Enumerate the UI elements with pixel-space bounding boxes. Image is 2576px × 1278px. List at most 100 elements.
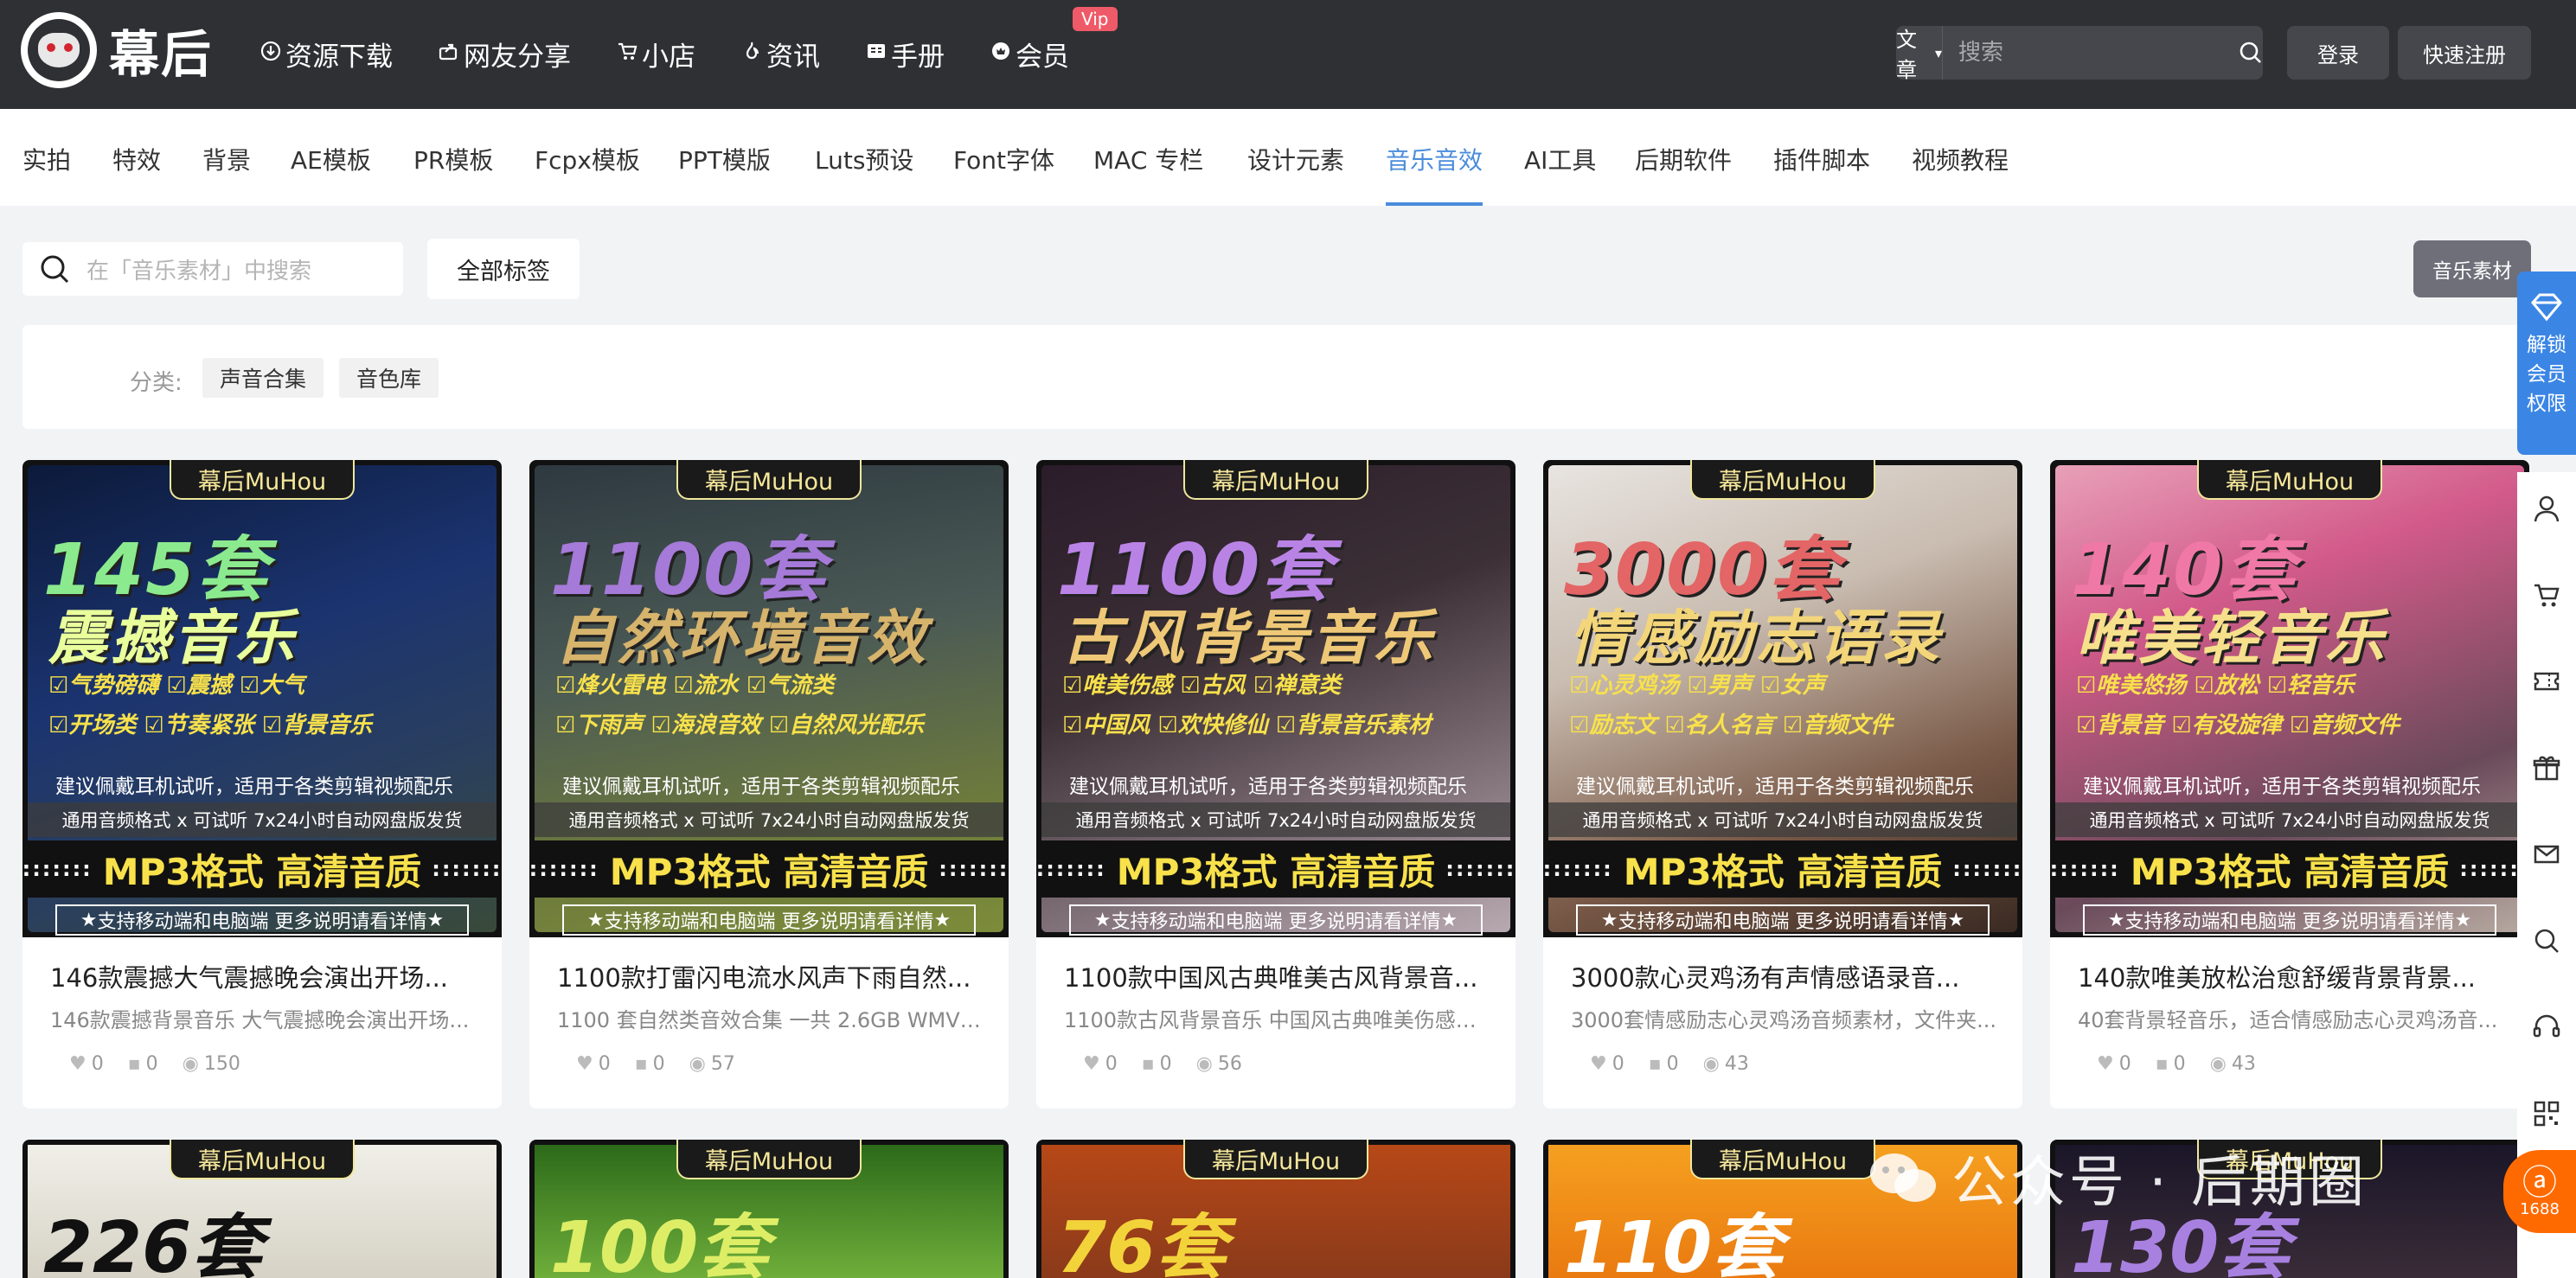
top-header: 幕后 资源下载 网友分享 小店 资讯 手册 会员 Vip 文章 ▾ 搜索 登录 … bbox=[0, 0, 2576, 109]
category-tab[interactable]: 背景 bbox=[202, 142, 251, 176]
star-icon: ★ bbox=[2454, 909, 2472, 931]
card-description: 146款震撼背景音乐 大气震撼晚会演出开场... bbox=[50, 1008, 470, 1032]
thumbnail-support: ★ 支持移动端和电脑端 更多说明请看详情 ★ bbox=[1069, 904, 1483, 936]
thumbnail-features: ☑开场类 ☑节奏紧张 ☑背景音乐 bbox=[48, 712, 373, 738]
classify-option[interactable]: 声音合集 bbox=[202, 358, 324, 398]
comment-stat: ▪ 0 bbox=[128, 1053, 158, 1075]
site-logo[interactable]: 幕后 bbox=[21, 12, 213, 88]
card-thumbnail[interactable]: 幕后MuHou 140套 唯美轻音乐 ☑唯美悠扬 ☑放松 ☑轻音乐 ☑背景音 ☑有没旋律… bbox=[2050, 460, 2529, 937]
classify-label: 分类: bbox=[130, 370, 183, 396]
category-tab[interactable]: Luts预设 bbox=[815, 142, 913, 176]
mail-icon[interactable] bbox=[2531, 839, 2562, 870]
card-title[interactable]: 1100款中国风古典唯美古风背景音... bbox=[1064, 958, 1493, 994]
ticket-icon[interactable] bbox=[2531, 666, 2562, 697]
search-button[interactable] bbox=[2239, 26, 2263, 80]
card-thumbnail[interactable]: 幕后MuHou 145套 震撼音乐 ☑气势磅礴 ☑震撼 ☑大气 ☑开场类 ☑节奏紧张 ☑… bbox=[22, 460, 502, 937]
thumbnail-heading: 自然环境音效 bbox=[555, 604, 930, 673]
star-icon: ★ bbox=[80, 909, 98, 931]
category-tab-active[interactable]: 音乐音效 bbox=[1386, 142, 1483, 176]
resource-card[interactable]: 幕后MuHou 76套 bbox=[1036, 1140, 1515, 1278]
category-tab[interactable]: 后期软件 bbox=[1635, 142, 1732, 176]
qrcode-icon[interactable] bbox=[2531, 1098, 2562, 1129]
category-search[interactable]: 在「音乐素材」中搜索 bbox=[22, 242, 403, 296]
category-tab[interactable]: 设计元素 bbox=[1247, 142, 1344, 176]
star-icon: ★ bbox=[586, 909, 605, 931]
view-stat: ◉ 56 bbox=[1196, 1053, 1242, 1075]
nav-item-shop[interactable]: 小店 bbox=[616, 31, 695, 76]
search-type-select[interactable]: 文章 ▾ bbox=[1896, 26, 1943, 82]
thumbnail-brand: 幕后MuHou bbox=[170, 460, 355, 500]
all-tags-button[interactable]: 全部标签 bbox=[427, 239, 580, 299]
category-tab[interactable]: Fcpx模板 bbox=[535, 142, 640, 176]
search-icon bbox=[41, 255, 69, 284]
eye-icon: ◉ bbox=[1195, 1053, 1213, 1075]
thumbnail-format: 通用音频格式 x 可试听 7x24小时自动网盘版发货 bbox=[1548, 802, 2017, 837]
search-input[interactable] bbox=[1943, 26, 2239, 80]
nav-item-manual[interactable]: 手册 bbox=[865, 31, 945, 76]
nav-label: 资源下载 bbox=[285, 41, 393, 73]
stat-value: 0 bbox=[2173, 1053, 2186, 1075]
card-thumbnail[interactable]: 幕后MuHou 3000套 情感励志语录 ☑心灵鸡汤 ☑男声 ☑女声 ☑励志文 ☑名人名… bbox=[1543, 460, 2022, 937]
headset-icon[interactable] bbox=[2531, 1012, 2562, 1043]
nav-item-share[interactable]: 网友分享 bbox=[438, 31, 571, 76]
category-tab[interactable]: 插件脚本 bbox=[1773, 142, 1870, 176]
thumbnail-support: ★ 支持移动端和电脑端 更多说明请看详情 ★ bbox=[562, 904, 976, 936]
card-description: 3000套情感励志心灵鸡汤音频素材，文件夹... bbox=[1571, 1008, 1996, 1032]
card-title[interactable]: 146款震撼大气震撼晚会演出开场... bbox=[50, 958, 479, 994]
login-button[interactable]: 登录 bbox=[2287, 26, 2389, 80]
unlock-member-button[interactable]: 解锁 会员 权限 bbox=[2517, 272, 2576, 455]
search-icon[interactable] bbox=[2531, 925, 2562, 956]
category-tab[interactable]: AE模板 bbox=[291, 142, 371, 176]
nav-item-news[interactable]: 资讯 bbox=[740, 31, 820, 76]
user-icon[interactable] bbox=[2531, 493, 2562, 524]
like-stat: ♥ 0 bbox=[1083, 1053, 1118, 1075]
category-tab[interactable]: AI工具 bbox=[1524, 142, 1596, 176]
register-button[interactable]: 快速注册 bbox=[2398, 26, 2531, 80]
card-thumbnail[interactable]: 幕后MuHou 1100套 自然环境音效 ☑烽火雷电 ☑流水 ☑气流类 ☑下雨声 ☑海浪… bbox=[529, 460, 1009, 937]
star-icon: ★ bbox=[426, 909, 445, 931]
thumbnail-features: ☑下雨声 ☑海浪音效 ☑自然风光配乐 bbox=[555, 712, 925, 738]
resource-card[interactable]: 幕后MuHou 1100套 古风背景音乐 ☑唯美伤感 ☑古风 ☑禅意类 ☑中国风 ☑欢快… bbox=[1036, 460, 1515, 1109]
badge-1688[interactable]: ⓐ 1688 bbox=[2503, 1150, 2576, 1233]
card-title[interactable]: 1100款打雷闪电流水风声下雨自然... bbox=[557, 958, 986, 994]
stat-value: 43 bbox=[2231, 1053, 2256, 1075]
category-tab[interactable]: Font字体 bbox=[953, 142, 1054, 176]
card-thumbnail[interactable]: 幕后MuHou 1100套 古风背景音乐 ☑唯美伤感 ☑古风 ☑禅意类 ☑中国风 ☑欢快… bbox=[1036, 460, 1515, 937]
resource-card[interactable]: 幕后MuHou 3000套 情感励志语录 ☑心灵鸡汤 ☑男声 ☑女声 ☑励志文 ☑名人名… bbox=[1543, 460, 2022, 1109]
thumbnail-brand: 幕后MuHou bbox=[2197, 460, 2382, 500]
card-stats: ♥ 0 ▪ 0 ◉ 43 bbox=[1590, 1053, 1749, 1075]
thumbnail-mp3-banner: ::::::::MP3格式 高清音质:::::::: bbox=[1036, 840, 1515, 898]
card-title[interactable]: 3000款心灵鸡汤有声情感语录音... bbox=[1571, 958, 2000, 994]
category-tab[interactable]: 特效 bbox=[112, 142, 161, 176]
thumbnail-heading: 古风背景音乐 bbox=[1062, 604, 1437, 673]
resource-card[interactable]: 幕后MuHou 140套 唯美轻音乐 ☑唯美悠扬 ☑放松 ☑轻音乐 ☑背景音 ☑有没旋律… bbox=[2050, 460, 2529, 1109]
current-tag-badge[interactable]: 音乐素材 bbox=[2413, 240, 2531, 297]
card-title[interactable]: 140款唯美放松治愈舒缓背景背景... bbox=[2078, 958, 2507, 994]
view-stat: ◉ 150 bbox=[183, 1053, 240, 1075]
heart-icon: ♥ bbox=[69, 1053, 87, 1075]
category-tab[interactable]: 视频教程 bbox=[1912, 142, 2009, 176]
cart-icon[interactable] bbox=[2531, 579, 2562, 610]
nav-label: 手册 bbox=[891, 41, 945, 73]
gift-icon[interactable] bbox=[2531, 752, 2562, 783]
category-tab[interactable]: MAC 专栏 bbox=[1093, 142, 1203, 176]
eye-icon: ◉ bbox=[182, 1053, 199, 1075]
decor-dots: :::::::: bbox=[939, 857, 1009, 881]
comment-stat: ▪ 0 bbox=[635, 1053, 665, 1075]
resource-card[interactable]: 幕后MuHou 100套 bbox=[529, 1140, 1009, 1278]
resource-card[interactable]: 幕后MuHou 145套 震撼音乐 ☑气势磅礴 ☑震撼 ☑大气 ☑开场类 ☑节奏紧张 ☑… bbox=[22, 460, 502, 1109]
resource-card[interactable]: 幕后MuHou 1100套 自然环境音效 ☑烽火雷电 ☑流水 ☑气流类 ☑下雨声 ☑海浪… bbox=[529, 460, 1009, 1109]
decor-dots: :::::::: bbox=[1036, 857, 1106, 881]
category-tab[interactable]: PPT模版 bbox=[678, 142, 771, 176]
classify-option[interactable]: 音色库 bbox=[339, 358, 439, 398]
category-tab[interactable]: PR模板 bbox=[413, 142, 493, 176]
thumbnail-format: 通用音频格式 x 可试听 7x24小时自动网盘版发货 bbox=[535, 802, 1003, 837]
nav-item-download[interactable]: 资源下载 bbox=[260, 31, 393, 76]
stat-value: 57 bbox=[710, 1053, 735, 1075]
search-icon bbox=[2240, 42, 2261, 63]
nav-item-member[interactable]: 会员 bbox=[990, 31, 1069, 76]
category-tab[interactable]: 实拍 bbox=[22, 142, 71, 176]
resource-card[interactable]: 幕后MuHou 226套 bbox=[22, 1140, 502, 1278]
watermark-text: 公众号 · 后期圈 bbox=[1951, 1151, 2368, 1215]
eye-icon: ◉ bbox=[1702, 1053, 1720, 1075]
